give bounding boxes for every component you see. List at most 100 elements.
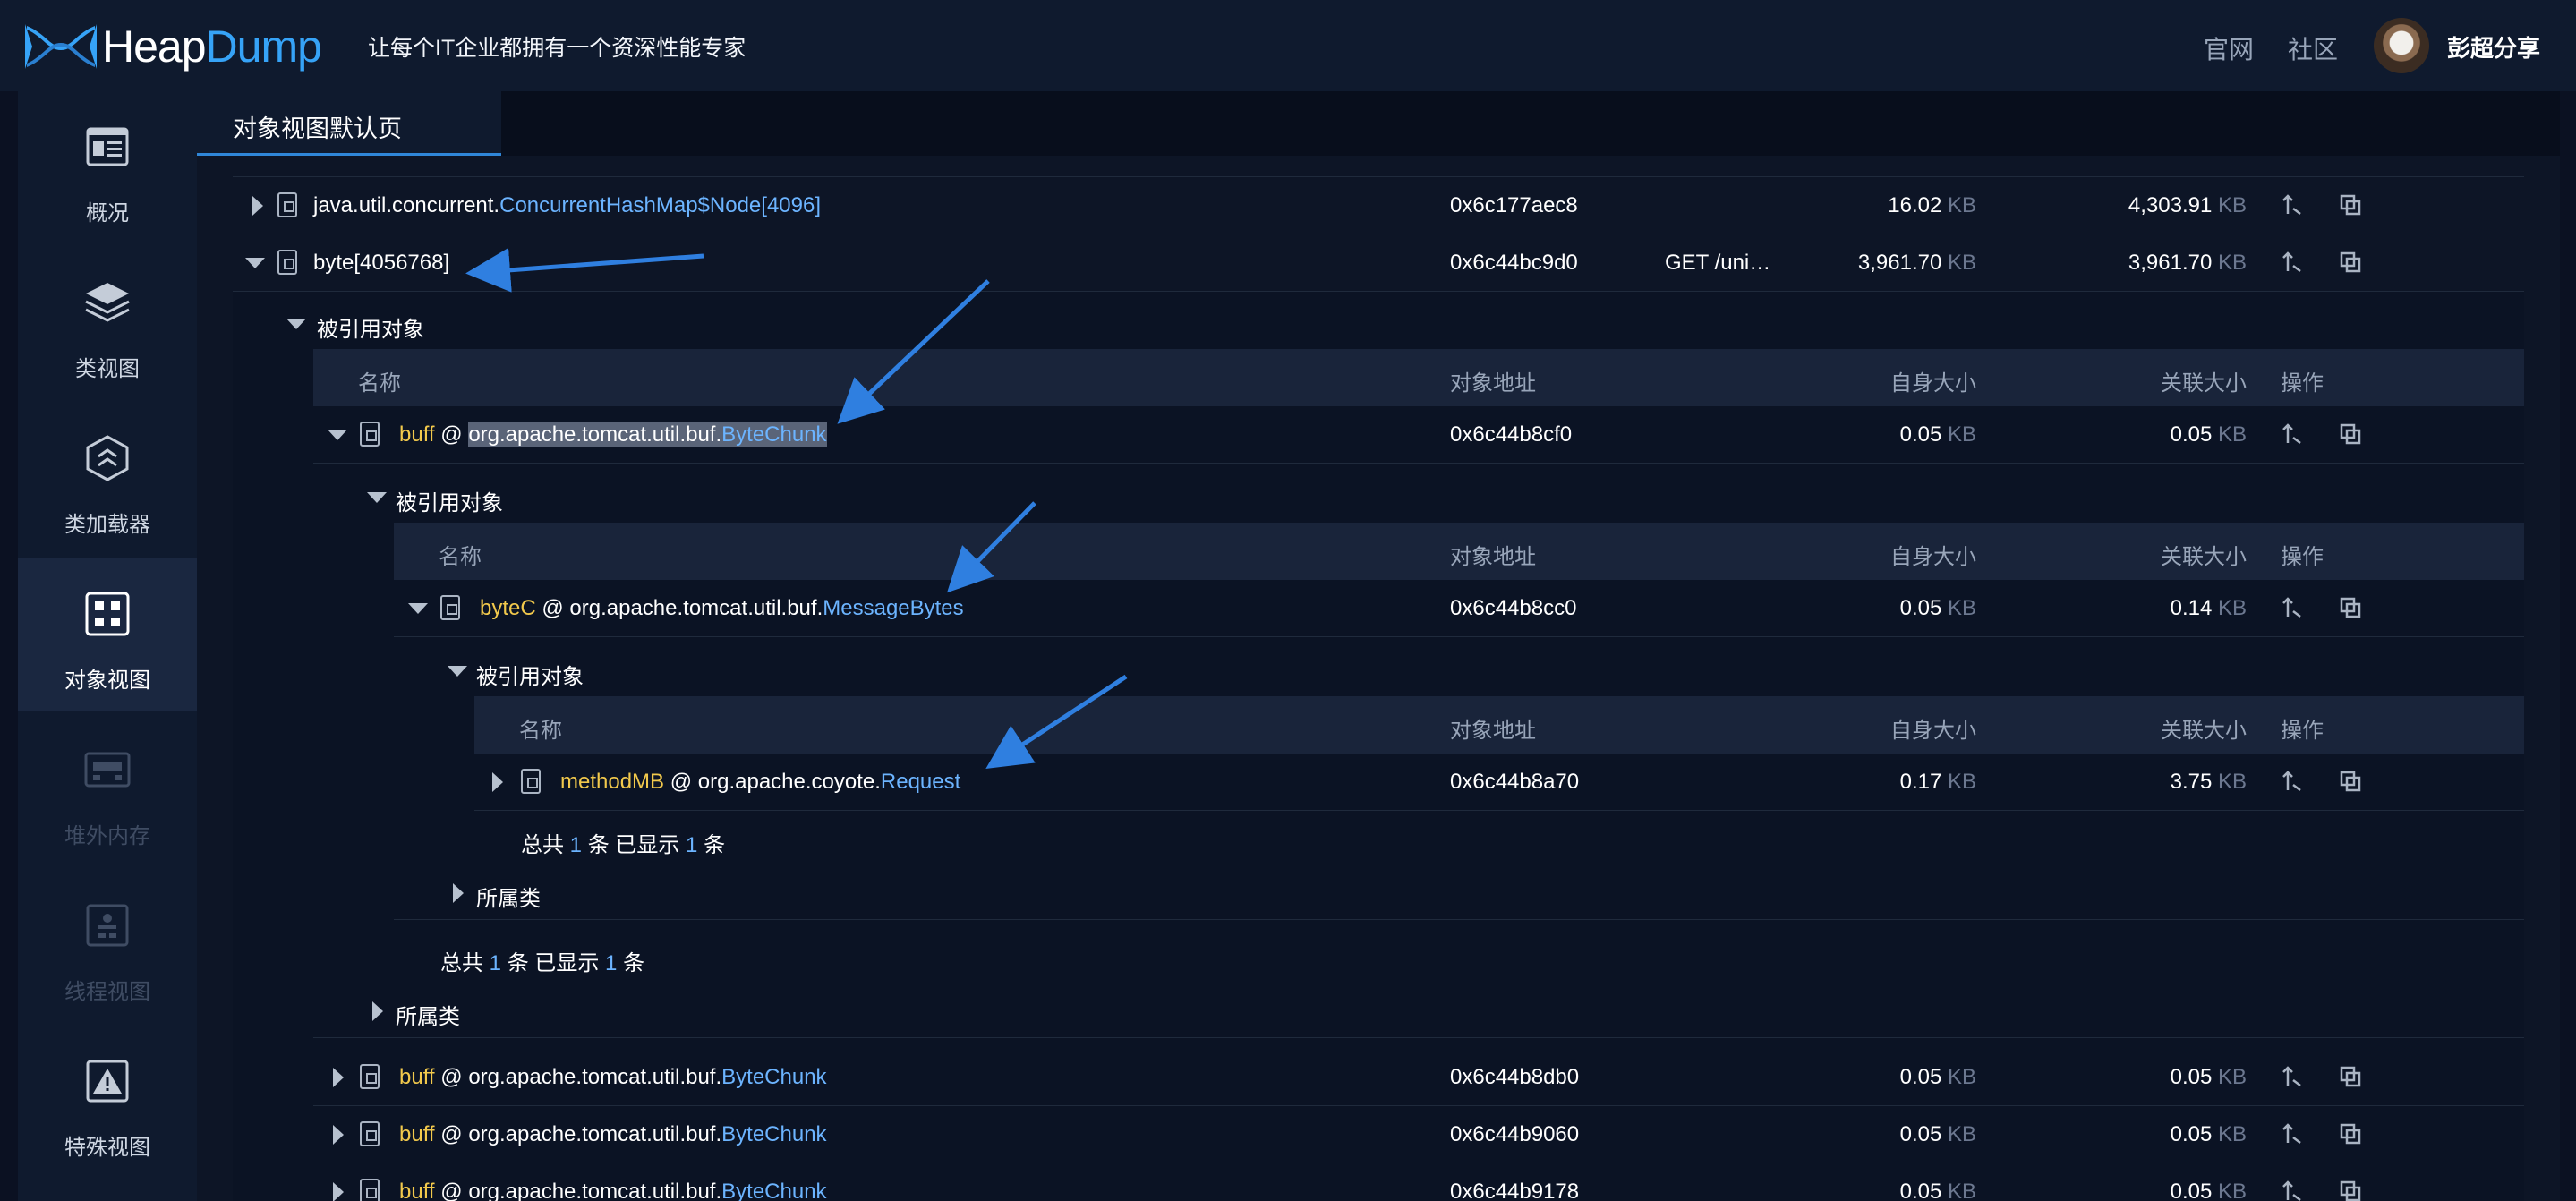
object-name: byte[4056768]	[313, 251, 450, 275]
table-row[interactable]: buff @ org.apache.tomcat.util.buf.ByteCh…	[313, 1106, 2524, 1163]
summary-shown-value: 1	[605, 951, 618, 975]
collapse-icon[interactable]	[408, 603, 428, 614]
collapse-icon[interactable]	[286, 319, 306, 329]
object-address: 0x6c44b8db0	[1450, 1065, 1580, 1089]
unit: KB	[1947, 596, 1976, 620]
expand-icon[interactable]	[333, 1125, 344, 1145]
table-row[interactable]: java.util.concurrent.ConcurrentHashMap$N…	[233, 177, 2524, 234]
brand-heap: Heap	[102, 21, 207, 72]
sidebar-item-label: 对象视图	[64, 669, 150, 693]
expand-icon[interactable]	[453, 883, 464, 903]
reference-chain-icon[interactable]	[2281, 595, 2306, 620]
class-link[interactable]: ByteChunk	[721, 1180, 826, 1201]
reference-chain-icon[interactable]	[2281, 769, 2306, 794]
section-title: 被引用对象	[317, 318, 424, 342]
sidebar-item-object-view[interactable]: 对象视图	[18, 558, 197, 711]
unit: KB	[1947, 193, 1976, 217]
section-title: 被引用对象	[476, 665, 584, 689]
at-sign: @	[434, 1180, 469, 1201]
retained-size: 4,303.91	[2128, 193, 2213, 217]
expand-icon[interactable]	[333, 1182, 344, 1201]
class-link[interactable]: ConcurrentHashMap$Node[4096]	[499, 193, 821, 217]
retained-size: 0.05	[2170, 1065, 2213, 1089]
col-address: 对象地址	[1450, 371, 1536, 396]
table-row-expanded[interactable]: buff @ org.apache.tomcat.util.buf.ByteCh…	[313, 406, 2524, 464]
sidebar-item-offheap[interactable]: 堆外内存	[18, 714, 197, 866]
brand-dump: Dump	[205, 21, 322, 72]
class-link[interactable]: ByteChunk	[721, 1065, 826, 1089]
copy-icon[interactable]	[2338, 250, 2363, 275]
reference-chain-icon[interactable]	[2281, 422, 2306, 447]
sidebar-item-class-view[interactable]: 类视图	[18, 247, 197, 399]
reference-chain-icon[interactable]	[2281, 250, 2306, 275]
at-sign: @	[434, 1122, 469, 1146]
retained-size: 0.05	[2170, 1180, 2213, 1201]
copy-icon[interactable]	[2338, 595, 2363, 620]
layers-icon	[81, 276, 134, 329]
object-icon	[277, 250, 297, 275]
copy-icon[interactable]	[2338, 192, 2363, 217]
sidebar-item-classloader[interactable]: 类加载器	[18, 403, 197, 555]
reference-chain-icon[interactable]	[2281, 192, 2306, 217]
top-bar: Heap Dump 让每个IT企业都拥有一个资深性能专家 官网 社区 彭超分享	[0, 0, 2576, 91]
expand-icon[interactable]	[333, 1068, 344, 1087]
retained-size: 0.05	[2170, 1122, 2213, 1146]
class-link[interactable]: ByteChunk	[721, 422, 826, 447]
table-row[interactable]: buff @ org.apache.tomcat.util.buf.ByteCh…	[313, 1163, 2524, 1201]
retained-size: 3.75	[2170, 770, 2213, 794]
reference-chain-icon[interactable]	[2281, 1121, 2306, 1146]
copy-icon[interactable]	[2338, 1064, 2363, 1089]
object-icon	[360, 1064, 380, 1089]
class-link[interactable]: ByteChunk	[721, 1122, 826, 1146]
expand-icon[interactable]	[252, 196, 263, 216]
nav-community-link[interactable]: 社区	[2288, 30, 2338, 66]
summary-count: 总共 1 条 已显示 1 条	[313, 931, 2524, 984]
unit: KB	[1947, 422, 1976, 447]
table-row-expanded[interactable]: byte[4056768] 0x6c44bc9d0 GET /uni… 3,96…	[233, 234, 2524, 292]
avatar[interactable]	[2374, 18, 2429, 73]
expand-icon[interactable]	[372, 1001, 383, 1021]
collapse-icon[interactable]	[328, 430, 347, 440]
sidebar-item-overview[interactable]: 概况	[18, 91, 197, 243]
referenced-section-toggle[interactable]: 被引用对象	[394, 644, 2524, 698]
col-retained-size: 关联大小	[2161, 545, 2247, 569]
at-sign: @	[535, 596, 570, 620]
at-sign: @	[664, 770, 698, 794]
owner-class-toggle[interactable]: 所属类	[394, 866, 2524, 920]
object-address: 0x6c44b8a70	[1450, 770, 1580, 794]
reference-chain-icon[interactable]	[2281, 1179, 2306, 1201]
collapse-icon[interactable]	[448, 666, 467, 677]
owner-class-toggle[interactable]: 所属类	[313, 984, 2524, 1038]
reference-chain-icon[interactable]	[2281, 1064, 2306, 1089]
copy-icon[interactable]	[2338, 422, 2363, 447]
copy-icon[interactable]	[2338, 769, 2363, 794]
collapse-icon[interactable]	[245, 258, 265, 268]
class-link[interactable]: Request	[881, 770, 960, 794]
class-link[interactable]: MessageBytes	[823, 596, 963, 620]
referenced-section-toggle[interactable]: 被引用对象	[233, 297, 2524, 351]
field-name: methodMB	[560, 770, 665, 794]
tab-object-view-default[interactable]: 对象视图默认页	[197, 91, 501, 156]
tab-bar: 对象视图默认页	[197, 91, 2560, 156]
unit: KB	[2217, 193, 2247, 217]
col-self-size: 自身大小	[1890, 545, 1976, 569]
table-row[interactable]: methodMB @ org.apache.coyote.Request 0x6…	[474, 754, 2524, 811]
username[interactable]: 彭超分享	[2447, 30, 2540, 64]
table-row-expanded[interactable]: byteC @ org.apache.tomcat.util.buf.Messa…	[394, 580, 2524, 637]
nav-official-link[interactable]: 官网	[2204, 30, 2254, 66]
expand-icon[interactable]	[492, 772, 503, 792]
summary-shown-value: 1	[686, 833, 698, 857]
object-icon	[277, 192, 297, 217]
object-icon	[360, 422, 380, 447]
copy-icon[interactable]	[2338, 1179, 2363, 1201]
table-row[interactable]: buff @ org.apache.tomcat.util.buf.ByteCh…	[313, 1049, 2524, 1106]
sidebar-item-special-view[interactable]: 特殊视图	[18, 1026, 197, 1178]
heapdump-logo[interactable]: Heap Dump	[23, 20, 322, 73]
sidebar-item-thread-view[interactable]: 线程视图	[18, 870, 197, 1022]
unit: KB	[1947, 1065, 1976, 1089]
retained-size: 0.14	[2170, 596, 2213, 620]
referenced-section-toggle[interactable]: 被引用对象	[313, 471, 2524, 524]
copy-icon[interactable]	[2338, 1121, 2363, 1146]
collapse-icon[interactable]	[367, 492, 387, 503]
self-size: 3,961.70	[1857, 251, 1942, 275]
